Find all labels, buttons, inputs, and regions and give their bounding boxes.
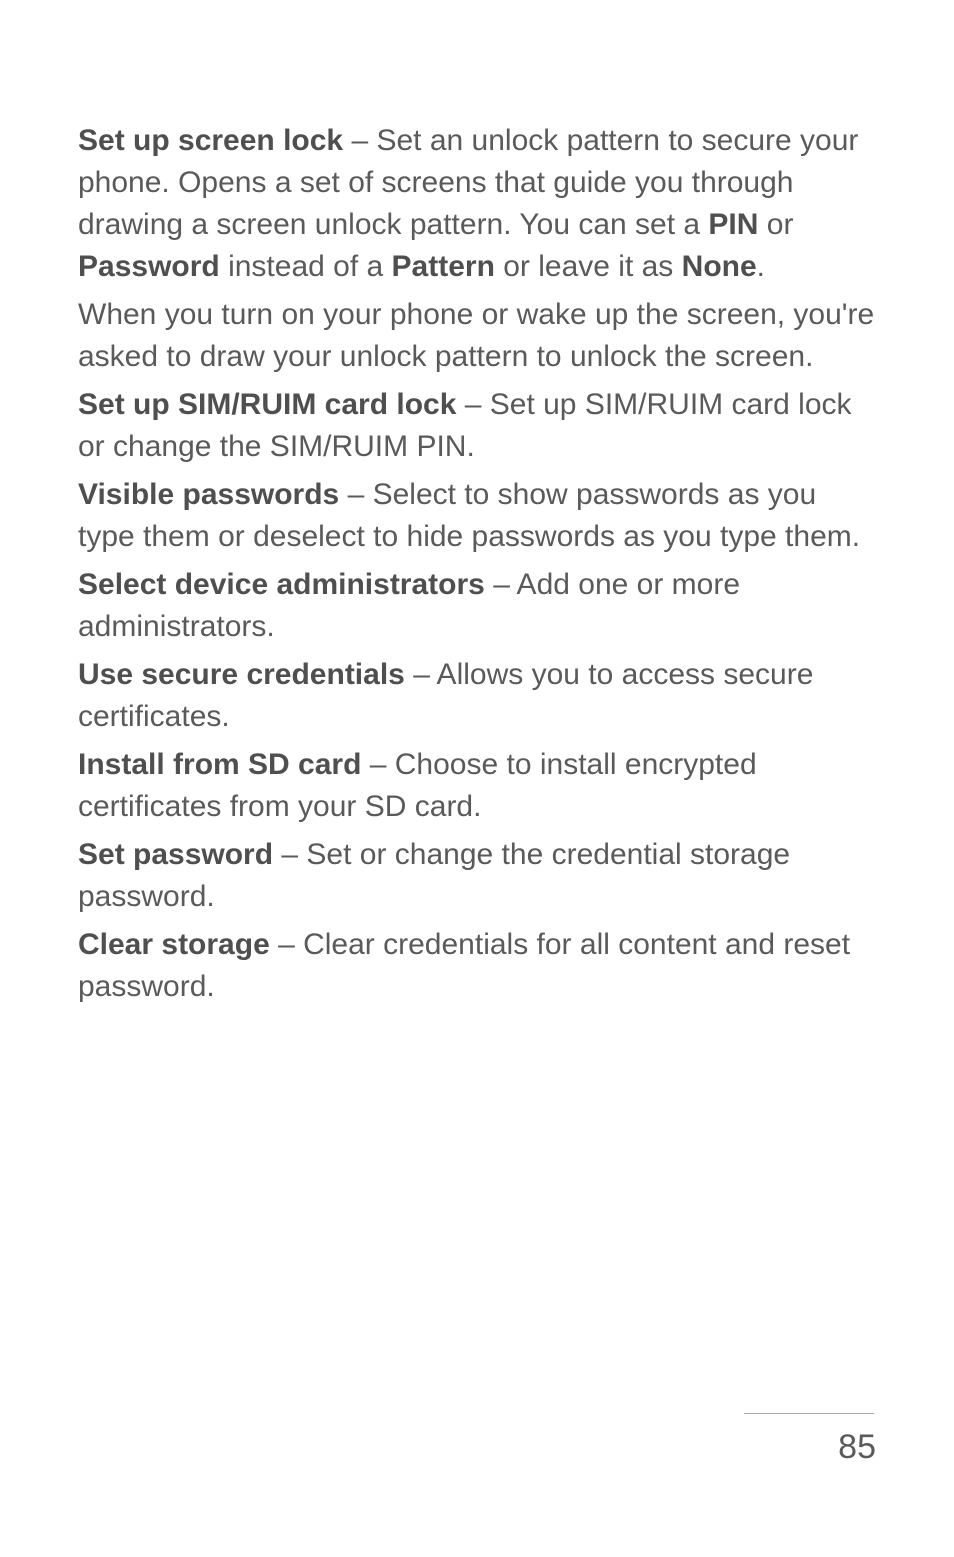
para-secure-credentials: Use secure credentials – Allows you to a… — [78, 654, 876, 738]
text: or leave it as — [495, 250, 682, 283]
term-device-admins: Select device administrators — [78, 568, 485, 601]
para-visible-passwords: Visible passwords – Select to show passw… — [78, 474, 876, 558]
text: instead of a — [220, 250, 392, 283]
para-install-sd: Install from SD card – Choose to install… — [78, 744, 876, 828]
term-password: Password — [78, 250, 220, 283]
term-clear-storage: Clear storage — [78, 928, 270, 961]
text: or — [758, 208, 793, 241]
page-footer: 85 — [744, 1413, 876, 1467]
footer-rule — [744, 1413, 874, 1414]
text: . — [757, 250, 765, 283]
para-set-up-screen-lock: Set up screen lock – Set an unlock patte… — [78, 120, 876, 288]
term-sim-ruim-lock: Set up SIM/RUIM card lock — [78, 388, 456, 421]
term-none: None — [682, 250, 757, 283]
page-content: Set up screen lock – Set an unlock patte… — [0, 0, 954, 1008]
term-pattern: Pattern — [392, 250, 495, 283]
para-device-admins: Select device administrators – Add one o… — [78, 564, 876, 648]
page-number: 85 — [838, 1428, 876, 1467]
term-install-sd: Install from SD card — [78, 748, 361, 781]
term-visible-passwords: Visible passwords — [78, 478, 339, 511]
term-secure-credentials: Use secure credentials — [78, 658, 405, 691]
para-sim-ruim-lock: Set up SIM/RUIM card lock – Set up SIM/R… — [78, 384, 876, 468]
para-clear-storage: Clear storage – Clear credentials for al… — [78, 924, 876, 1008]
para-set-password: Set password – Set or change the credent… — [78, 834, 876, 918]
term-set-password: Set password — [78, 838, 273, 871]
para-unlock-note: When you turn on your phone or wake up t… — [78, 294, 876, 378]
term-pin: PIN — [708, 208, 758, 241]
term-set-up-screen-lock: Set up screen lock — [78, 124, 343, 157]
